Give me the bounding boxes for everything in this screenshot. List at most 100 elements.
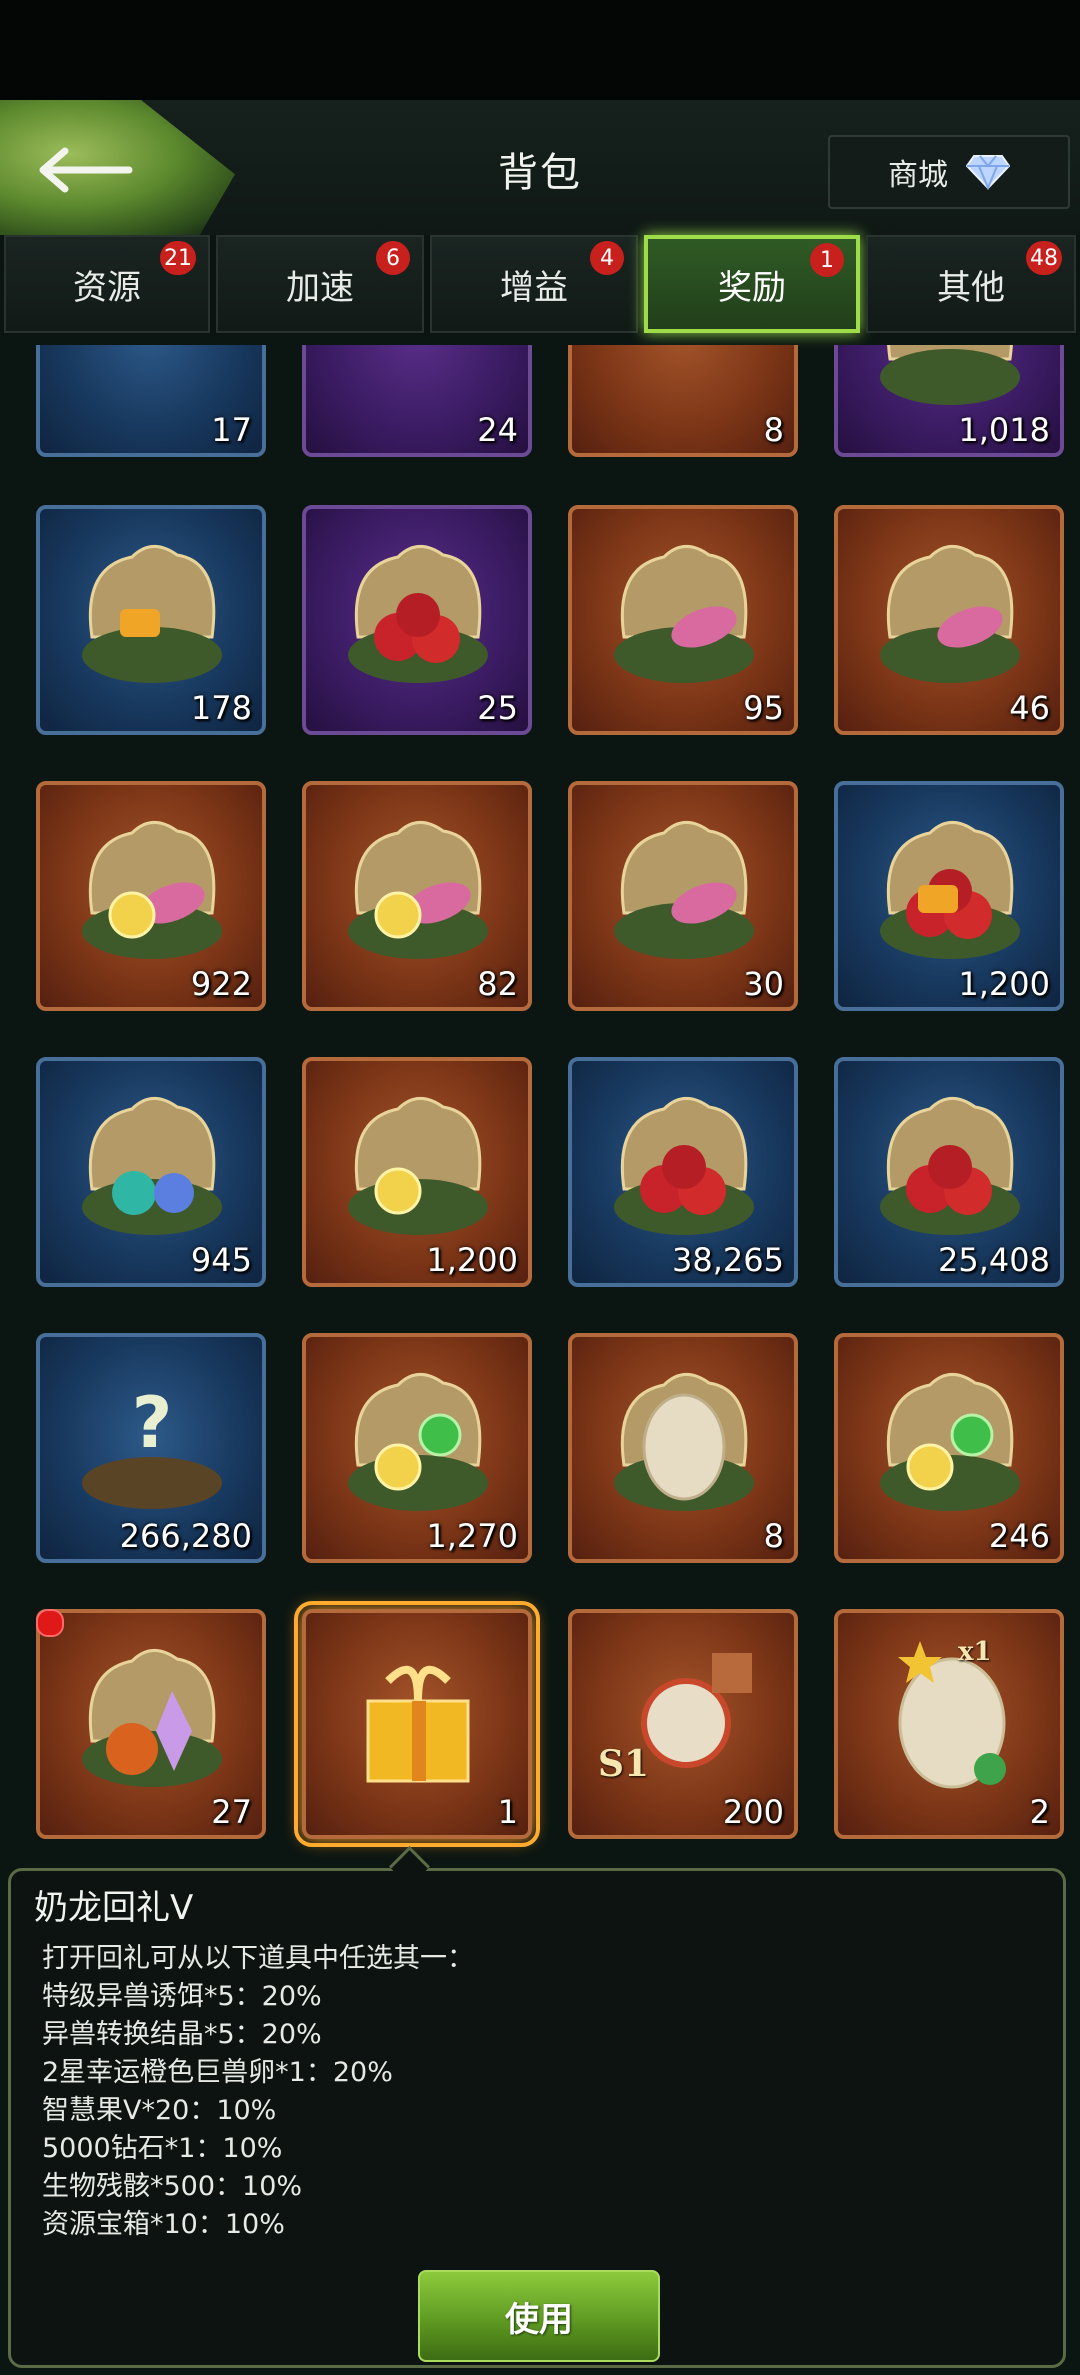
shell-chest-apples-icon bbox=[880, 1097, 1020, 1235]
tab-badge: 6 bbox=[376, 241, 410, 275]
item-slot[interactable]: 38,265 bbox=[568, 1057, 798, 1287]
status-bar bbox=[0, 0, 1080, 100]
item-slot[interactable]: 922 bbox=[36, 781, 266, 1011]
item-slot[interactable]: 25 bbox=[302, 505, 532, 735]
reward-line: 2星幸运橙色巨兽卵*1：20% bbox=[42, 2057, 393, 2088]
store-label: 商城 bbox=[888, 158, 948, 193]
tab-other[interactable]: 其他 48 bbox=[866, 235, 1076, 333]
lucky-egg-icon bbox=[898, 1641, 1006, 1789]
item-tag: S1 bbox=[598, 1743, 650, 1785]
tab-label: 奖励 bbox=[718, 267, 786, 308]
item-slot[interactable]: 1,018 bbox=[834, 345, 1064, 457]
item-count: 266,280 bbox=[119, 1517, 252, 1555]
item-slot[interactable]: S1 200 bbox=[568, 1609, 798, 1839]
svg-text:?: ? bbox=[132, 1382, 173, 1464]
item-description: 打开回礼可从以下道具中任选其一： 特级异兽诱饵*5：20% 异兽转换结晶*5：2… bbox=[42, 1940, 474, 2244]
tab-label: 其他 bbox=[937, 267, 1005, 308]
item-slot[interactable]: 8 bbox=[568, 345, 798, 457]
reward-line: 异兽转换结晶*5：20% bbox=[42, 2019, 322, 2050]
item-count: 1,270 bbox=[426, 1517, 518, 1555]
item-slot[interactable]: 46 bbox=[834, 505, 1064, 735]
tab-boost[interactable]: 增益 4 bbox=[430, 235, 638, 333]
tab-speedup[interactable]: 加速 6 bbox=[216, 235, 424, 333]
tab-badge: 48 bbox=[1026, 241, 1062, 275]
item-count: 200 bbox=[722, 1793, 784, 1831]
shell-chest-bones-icon bbox=[82, 1097, 222, 1235]
item-tag: x1 bbox=[958, 1637, 992, 1667]
item-count: 25 bbox=[477, 689, 518, 727]
item-count: 178 bbox=[190, 689, 252, 727]
tab-badge: 1 bbox=[810, 243, 844, 277]
shell-chest-green-orb-icon bbox=[348, 1373, 488, 1511]
item-count: 24 bbox=[477, 411, 518, 449]
reward-line: 资源宝箱*10：10% bbox=[42, 2209, 285, 2240]
nest-chest-icon bbox=[880, 345, 1020, 405]
spiky-fruit-icon bbox=[62, 345, 242, 419]
shell-chest-apples-icon bbox=[614, 1097, 754, 1235]
shell-chest-gold-icon bbox=[348, 821, 488, 959]
diamond-icon bbox=[966, 155, 1010, 190]
tab-resources[interactable]: 资源 21 bbox=[4, 235, 210, 333]
item-grid: 17 24 8 1,018 178 25 95 46 922 82 30 1,200 945 1,200 3… bbox=[0, 345, 1080, 1865]
item-count: 27 bbox=[211, 1793, 252, 1831]
orange-spiky-fruit-icon bbox=[594, 345, 774, 419]
item-count: 38,265 bbox=[672, 1241, 784, 1279]
item-slot[interactable]: 82 bbox=[302, 781, 532, 1011]
item-slot[interactable]: 95 bbox=[568, 505, 798, 735]
item-slot[interactable]: 27 bbox=[36, 1609, 266, 1839]
item-count: 82 bbox=[477, 965, 518, 1003]
item-count: 46 bbox=[1009, 689, 1050, 727]
item-slot[interactable]: 25,408 bbox=[834, 1057, 1064, 1287]
flower-icon bbox=[328, 345, 508, 419]
tab-badge: 4 bbox=[590, 241, 624, 275]
item-slot[interactable]: x1 2 bbox=[834, 1609, 1064, 1839]
item-count: 30 bbox=[743, 965, 784, 1003]
reward-line: 生物残骸*500：10% bbox=[42, 2171, 303, 2202]
item-count: 8 bbox=[763, 1517, 784, 1555]
shell-chest-honey-icon bbox=[82, 545, 222, 683]
item-count: 1,200 bbox=[426, 1241, 518, 1279]
item-count: 8 bbox=[763, 411, 784, 449]
new-item-dot bbox=[36, 1609, 64, 1637]
description-intro: 打开回礼可从以下道具中任选其一： bbox=[42, 1943, 474, 1974]
item-count: 945 bbox=[190, 1241, 252, 1279]
item-count: 246 bbox=[988, 1517, 1050, 1555]
item-count: 922 bbox=[190, 965, 252, 1003]
tab-rewards[interactable]: 奖励 1 bbox=[644, 235, 860, 333]
item-slot[interactable]: 24 bbox=[302, 345, 532, 457]
item-slot[interactable]: 17 bbox=[36, 345, 266, 457]
shell-chest-crystal-icon bbox=[82, 1649, 222, 1787]
item-slot[interactable]: 8 bbox=[568, 1333, 798, 1563]
use-button[interactable]: 使用 bbox=[418, 2270, 660, 2362]
tab-label: 增益 bbox=[500, 267, 568, 308]
shell-chest-yellow-orb-icon bbox=[348, 1097, 488, 1235]
item-count: 25,408 bbox=[938, 1241, 1050, 1279]
item-slot[interactable]: ? 266,280 bbox=[36, 1333, 266, 1563]
tab-label: 资源 bbox=[73, 267, 141, 308]
shell-chest-green-orb-icon bbox=[880, 1373, 1020, 1511]
item-count: 95 bbox=[743, 689, 784, 727]
item-name: 奶龙回礼V bbox=[34, 1888, 194, 1928]
shell-chest-coral-icon bbox=[614, 821, 754, 959]
item-slot[interactable]: 1,200 bbox=[834, 781, 1064, 1011]
item-slot[interactable]: 1,200 bbox=[302, 1057, 532, 1287]
tab-label: 加速 bbox=[286, 267, 354, 308]
tab-badge: 21 bbox=[160, 241, 196, 275]
reward-line: 5000钻石*1：10% bbox=[42, 2133, 283, 2164]
category-tabs: 资源 21 加速 6 增益 4 奖励 1 其他 48 bbox=[0, 235, 1080, 335]
item-slot[interactable]: 246 bbox=[834, 1333, 1064, 1563]
reward-line: 特级异兽诱饵*5：20% bbox=[42, 1981, 322, 2012]
reward-line: 智慧果V*20：10% bbox=[42, 2095, 277, 2126]
shell-chest-apples-icon bbox=[348, 545, 488, 683]
shell-chest-tendrils-icon bbox=[880, 545, 1020, 683]
gift-box-icon bbox=[366, 1665, 470, 1783]
shell-chest-apples-honey-icon bbox=[880, 821, 1020, 959]
item-slot[interactable]: 1 bbox=[294, 1601, 540, 1847]
item-slot[interactable]: 178 bbox=[36, 505, 266, 735]
shell-chest-dna-icon bbox=[82, 821, 222, 959]
item-slot[interactable]: 30 bbox=[568, 781, 798, 1011]
item-slot[interactable]: 1,270 bbox=[302, 1333, 532, 1563]
item-slot[interactable]: 945 bbox=[36, 1057, 266, 1287]
store-button[interactable]: 商城 bbox=[828, 135, 1070, 209]
item-count: 1 bbox=[497, 1793, 518, 1831]
